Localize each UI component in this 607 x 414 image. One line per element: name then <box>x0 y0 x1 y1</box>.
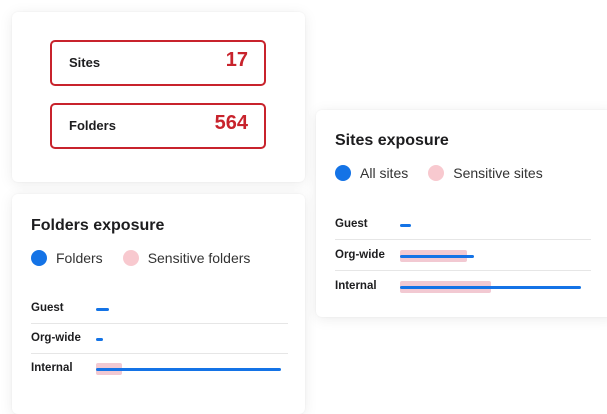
total-bar <box>96 308 109 311</box>
exposure-bar-track <box>96 303 281 315</box>
exposure-row-guest[interactable]: Guest <box>31 294 288 324</box>
sites-exposure-card: Sites exposure All sites Sensitive sites… <box>316 110 607 317</box>
all-sites-legend-swatch <box>335 165 351 181</box>
all-sites-legend-label: All sites <box>360 165 409 181</box>
folders-exposure-title: Folders exposure <box>31 217 165 234</box>
folders-count-label: Folders <box>69 118 116 133</box>
sites-count-value: 17 <box>225 49 248 71</box>
sites-exposure-legend: All sites Sensitive sites <box>335 165 563 181</box>
exposure-row-label: Org-wide <box>335 249 385 261</box>
exposure-bar-track <box>96 333 281 345</box>
exposure-row-label: Internal <box>335 280 377 292</box>
exposure-row-label: Guest <box>31 302 64 314</box>
exposure-row-internal[interactable]: Internal <box>335 272 591 302</box>
sites-count-label: Sites <box>69 55 101 70</box>
row-divider <box>335 239 591 240</box>
total-bar <box>400 224 411 227</box>
exposure-bar-track <box>400 281 581 293</box>
exposure-row-org-wide[interactable]: Org-wide <box>31 324 288 354</box>
exposure-row-org-wide[interactable]: Org-wide <box>335 241 591 271</box>
total-bar <box>400 286 581 289</box>
sensitive-sites-legend-swatch <box>428 165 445 181</box>
exposure-row-label: Guest <box>335 218 368 230</box>
folders-count-tile[interactable]: Folders 564 <box>50 103 266 149</box>
sensitive-folders-legend-swatch <box>122 250 139 266</box>
total-bar <box>400 255 475 258</box>
row-divider <box>335 270 591 271</box>
sensitive-folders-legend-label: Sensitive folders <box>147 250 251 266</box>
sensitive-sites-legend-label: Sensitive sites <box>453 165 543 181</box>
exposure-bar-track <box>400 250 581 262</box>
exposure-row-guest[interactable]: Guest <box>335 210 591 240</box>
exposure-row-label: Org-wide <box>31 332 81 344</box>
folders-exposure-card: Folders exposure Folders Sensitive folde… <box>12 194 305 414</box>
folders-legend-swatch <box>31 250 47 266</box>
folders-legend-label: Folders <box>56 250 103 266</box>
total-bar <box>96 338 104 341</box>
exposure-bar-track <box>400 219 581 231</box>
sites-count-tile[interactable]: Sites 17 <box>50 40 266 86</box>
summary-card: Sites 17 Folders 564 <box>12 12 305 182</box>
folders-count-value: 564 <box>214 112 248 134</box>
exposure-row-label: Internal <box>31 362 73 374</box>
exposure-bar-track <box>96 363 281 375</box>
sites-exposure-title: Sites exposure <box>335 132 449 149</box>
exposure-row-internal[interactable]: Internal <box>31 354 288 384</box>
folders-exposure-legend: Folders Sensitive folders <box>31 250 270 266</box>
total-bar <box>96 368 281 371</box>
